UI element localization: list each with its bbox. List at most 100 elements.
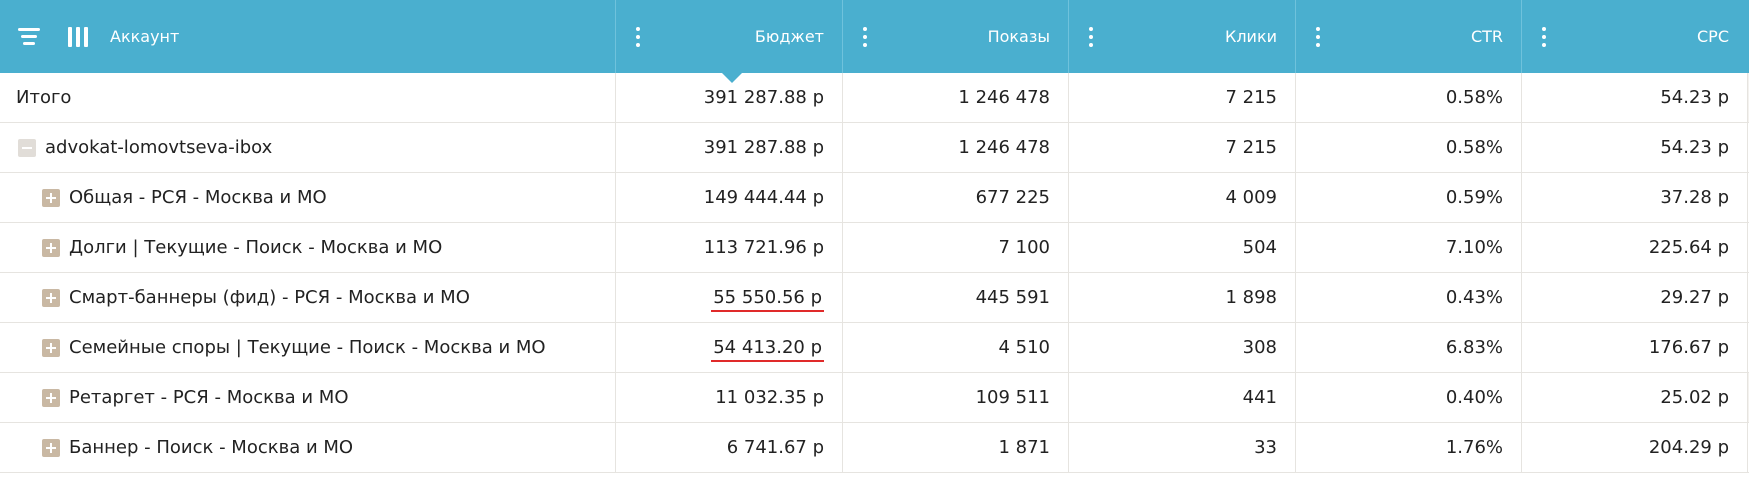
row-name-text: Общая - РСЯ - Москва и МО	[69, 187, 327, 208]
cell-value: 1 246 478	[958, 87, 1050, 108]
cell-impressions: 109 511	[842, 373, 1068, 423]
cell-value: 0.43%	[1445, 287, 1503, 308]
cell-value: 7.10%	[1445, 237, 1503, 258]
cell-clicks: 308	[1068, 323, 1295, 373]
cell-value: 113 721.96 р	[703, 237, 824, 258]
column-menu-icon[interactable]	[1089, 26, 1093, 47]
cell-budget: 11 032.35 р	[615, 373, 842, 423]
row-name-text: Смарт-баннеры (фид) - РСЯ - Москва и МО	[69, 287, 470, 308]
cell-cpc: 204.29 р	[1521, 423, 1747, 473]
cell-value: 504	[1242, 237, 1277, 258]
cell-value: 109 511	[975, 387, 1050, 408]
header-ctr[interactable]: CTR	[1295, 0, 1521, 73]
cell-ctr: 0.58%	[1295, 73, 1521, 123]
cell-clicks: 441	[1068, 373, 1295, 423]
column-menu-icon[interactable]	[636, 26, 640, 47]
cell-impressions: 1 246 478	[842, 73, 1068, 123]
row-name-text: Семейные споры | Текущие - Поиск - Москв…	[69, 337, 546, 358]
expand-icon[interactable]	[42, 188, 60, 207]
cell-budget: 149 444.44 р	[615, 173, 842, 223]
table-row-name[interactable]: Долги | Текущие - Поиск - Москва и МО	[0, 223, 615, 273]
header-account-label[interactable]: Аккаунт	[110, 27, 179, 46]
cell-cpc: 54.23 р	[1521, 123, 1747, 173]
cell-value: 445 591	[975, 287, 1050, 308]
cell-ctr: 0.58%	[1295, 123, 1521, 173]
cell-value: 308	[1242, 337, 1277, 358]
list-menu-icon[interactable]	[18, 27, 40, 46]
cell-value: 225.64 р	[1648, 237, 1729, 258]
header-account: Аккаунт	[0, 0, 615, 73]
cell-value: 149 444.44 р	[703, 187, 824, 208]
cell-ctr: 0.40%	[1295, 373, 1521, 423]
expand-icon[interactable]	[42, 238, 60, 257]
column-menu-icon[interactable]	[863, 26, 867, 47]
cell-value: 1 871	[998, 437, 1050, 458]
cell-value: 54 413.20 р	[711, 337, 824, 362]
column-menu-icon[interactable]	[1542, 26, 1546, 47]
header-ctr-label[interactable]: CTR	[1471, 27, 1503, 46]
table-row-name[interactable]: advokat-lomovtseva-ibox	[0, 123, 615, 173]
row-name-text: advokat-lomovtseva-ibox	[45, 137, 273, 158]
expand-icon[interactable]	[42, 338, 60, 357]
cell-clicks: 7 215	[1068, 123, 1295, 173]
header-clicks[interactable]: Клики	[1068, 0, 1295, 73]
expand-icon[interactable]	[42, 288, 60, 307]
cell-ctr: 0.59%	[1295, 173, 1521, 223]
cell-ctr: 1.76%	[1295, 423, 1521, 473]
cell-value: 0.58%	[1445, 87, 1503, 108]
header-clicks-label[interactable]: Клики	[1225, 27, 1277, 46]
cell-value: 1 246 478	[958, 137, 1050, 158]
expand-icon[interactable]	[42, 388, 60, 407]
cell-value: 7 100	[998, 237, 1050, 258]
cell-ctr: 0.43%	[1295, 273, 1521, 323]
stats-table: Аккаунт Бюджет Показы Клики CTR CPC	[0, 0, 1749, 83]
collapse-icon[interactable]	[18, 138, 36, 157]
cell-cpc: 25.02 р	[1521, 373, 1747, 423]
sort-indicator-icon	[721, 72, 743, 83]
header-cpc[interactable]: CPC	[1521, 0, 1747, 73]
cell-value: 29.27 р	[1660, 287, 1729, 308]
cell-value: 7 215	[1225, 137, 1277, 158]
table-row-name[interactable]: Семейные споры | Текущие - Поиск - Москв…	[0, 323, 615, 373]
cell-value: 1.76%	[1445, 437, 1503, 458]
table-row-name[interactable]: Ретаргет - РСЯ - Москва и МО	[0, 373, 615, 423]
header-budget[interactable]: Бюджет	[615, 0, 842, 83]
cell-value: 0.59%	[1445, 187, 1503, 208]
cell-value: 6 741.67 р	[726, 437, 824, 458]
cell-value: 54.23 р	[1660, 137, 1729, 158]
cell-impressions: 445 591	[842, 273, 1068, 323]
cell-cpc: 176.67 р	[1521, 323, 1747, 373]
cell-value: 33	[1254, 437, 1277, 458]
cell-value: 0.40%	[1445, 387, 1503, 408]
cell-ctr: 6.83%	[1295, 323, 1521, 373]
table-row-name[interactable]: Баннер - Поиск - Москва и МО	[0, 423, 615, 473]
cell-value: 4 510	[998, 337, 1050, 358]
cell-budget: 54 413.20 р	[615, 323, 842, 373]
header-budget-label[interactable]: Бюджет	[755, 27, 824, 46]
header-impressions-label[interactable]: Показы	[988, 27, 1050, 46]
cell-value: 7 215	[1225, 87, 1277, 108]
cell-value: 37.28 р	[1660, 187, 1729, 208]
cell-budget: 113 721.96 р	[615, 223, 842, 273]
row-name-text: Баннер - Поиск - Москва и МО	[69, 437, 354, 458]
cell-value: 391 287.88 р	[703, 87, 824, 108]
table-body: Итого 391 287.88 р 1 246 478 7 215 0.58% 54.2…	[0, 73, 1749, 473]
expand-icon[interactable]	[42, 438, 60, 457]
cell-cpc: 37.28 р	[1521, 173, 1747, 223]
cell-cpc: 225.64 р	[1521, 223, 1747, 273]
row-name-text: Долги | Текущие - Поиск - Москва и МО	[69, 237, 443, 258]
table-row-name[interactable]: Смарт-баннеры (фид) - РСЯ - Москва и МО	[0, 273, 615, 323]
columns-icon[interactable]	[68, 26, 88, 47]
header-cpc-label[interactable]: CPC	[1697, 27, 1729, 46]
cell-ctr: 7.10%	[1295, 223, 1521, 273]
header-impressions[interactable]: Показы	[842, 0, 1068, 73]
column-menu-icon[interactable]	[1316, 26, 1320, 47]
cell-impressions: 7 100	[842, 223, 1068, 273]
total-row-label: Итого	[0, 73, 615, 123]
row-name-text: Итого	[16, 87, 72, 108]
table-row-name[interactable]: Общая - РСЯ - Москва и МО	[0, 173, 615, 223]
cell-value: 25.02 р	[1660, 387, 1729, 408]
cell-clicks: 1 898	[1068, 273, 1295, 323]
cell-budget: 6 741.67 р	[615, 423, 842, 473]
cell-clicks: 33	[1068, 423, 1295, 473]
